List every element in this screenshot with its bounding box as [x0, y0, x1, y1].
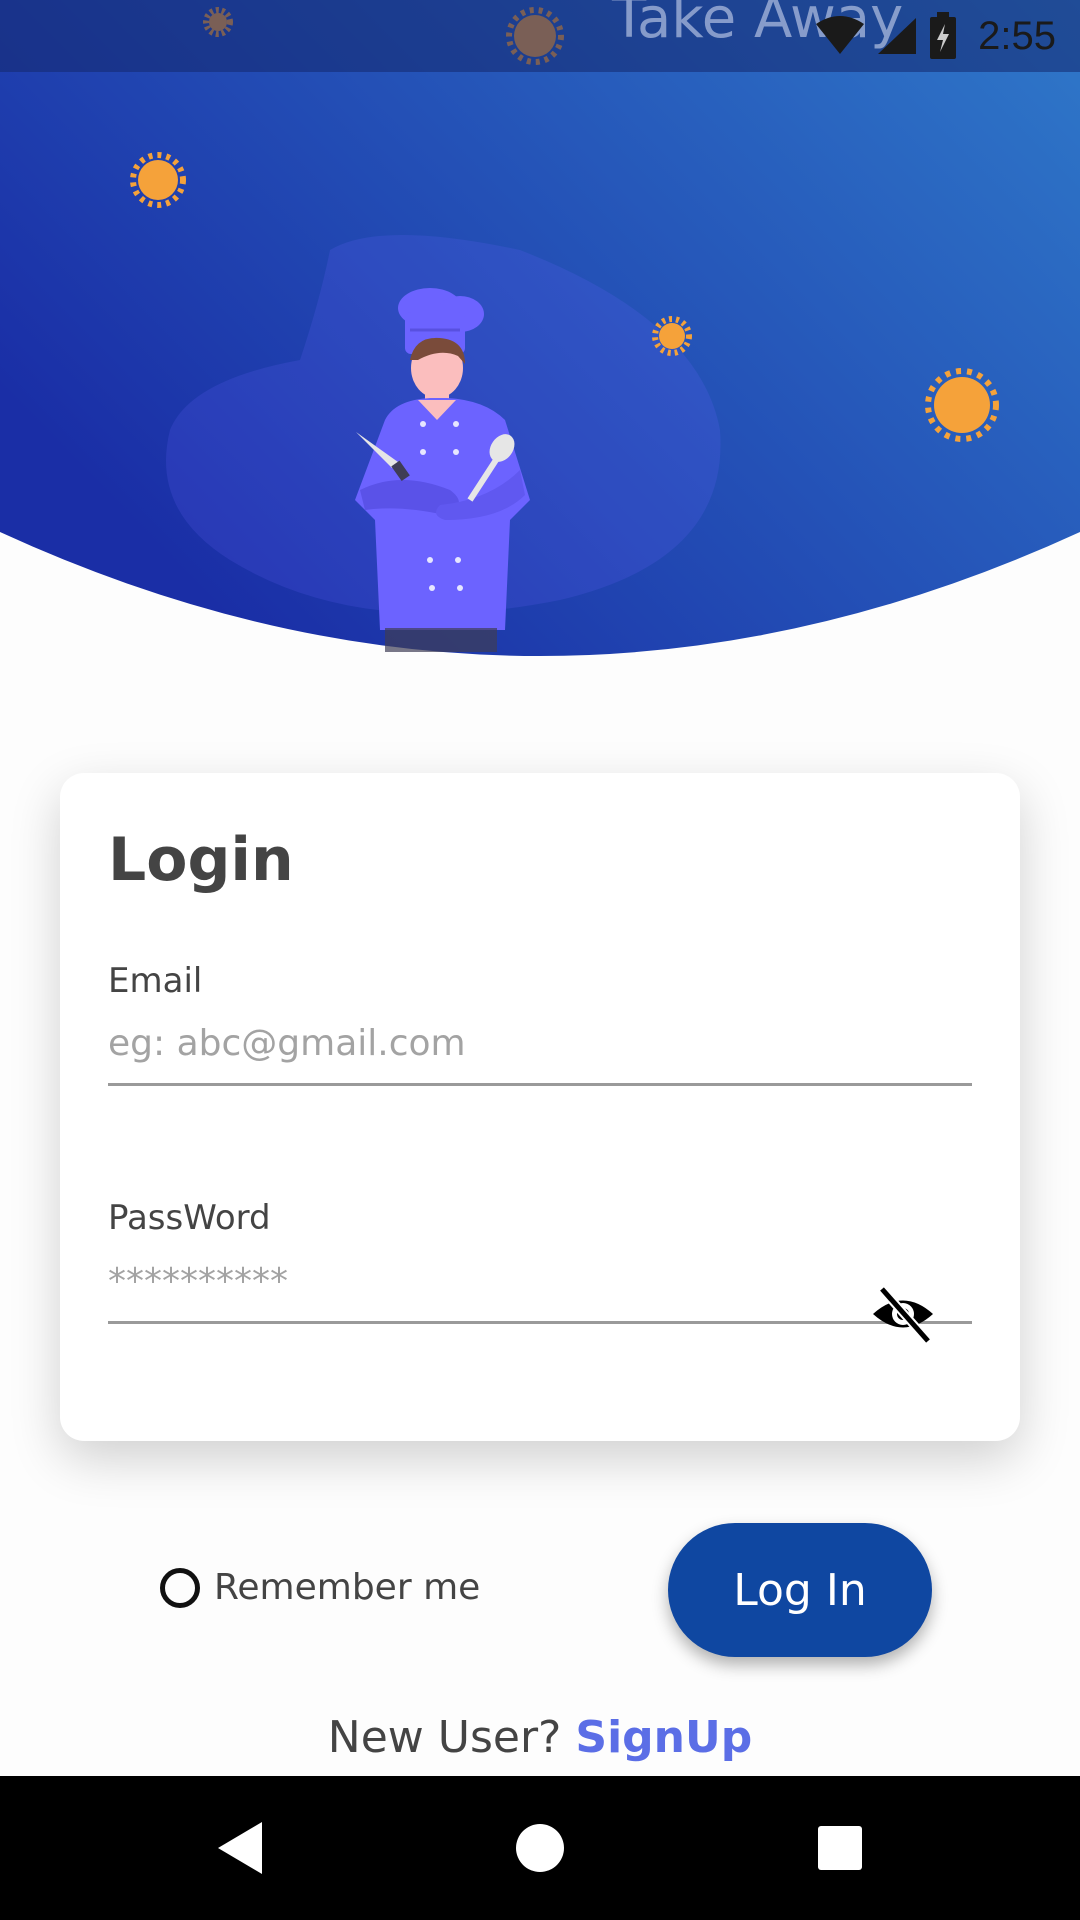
- home-icon[interactable]: [504, 1812, 576, 1884]
- battery-charging-icon: [930, 12, 957, 59]
- signup-link[interactable]: SignUp: [575, 1712, 752, 1763]
- login-card: Login Email PassWord: [60, 773, 1020, 1441]
- login-title: Login: [108, 825, 294, 895]
- remember-me-label: Remember me: [214, 1567, 481, 1608]
- radio-circle-icon[interactable]: [160, 1567, 200, 1608]
- signup-row: New User? SignUp: [0, 1712, 1080, 1763]
- status-bar: Take Away 2:55: [0, 0, 1080, 72]
- header-banner: [0, 0, 1080, 656]
- navigation-bar: [0, 1776, 1080, 1920]
- email-field[interactable]: [108, 1003, 972, 1086]
- password-field[interactable]: [108, 1241, 972, 1324]
- status-icons: 2:55: [814, 0, 1056, 72]
- login-button[interactable]: Log In: [668, 1523, 932, 1657]
- eye-off-icon[interactable]: [870, 1281, 936, 1347]
- signup-prompt: New User?: [327, 1712, 562, 1763]
- remember-me-checkbox[interactable]: Remember me: [160, 1567, 480, 1608]
- password-label: PassWord: [108, 1198, 271, 1238]
- back-icon[interactable]: [204, 1812, 276, 1884]
- cell-signal-icon: [878, 18, 917, 54]
- wifi-icon: [816, 16, 865, 54]
- email-label: Email: [108, 961, 203, 1001]
- clock: 2:55: [978, 13, 1056, 58]
- recents-icon[interactable]: [804, 1812, 876, 1884]
